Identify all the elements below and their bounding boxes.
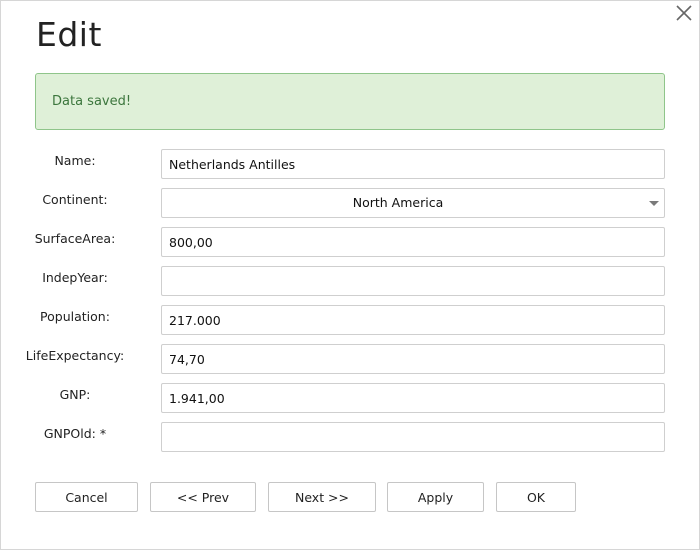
next-button[interactable]: Next >> <box>268 482 376 512</box>
gnp-label: GNP: <box>59 387 91 402</box>
gnp-old-label: GNPOld: * <box>43 426 107 441</box>
population-input[interactable] <box>161 305 665 335</box>
gnp-input[interactable] <box>161 383 665 413</box>
name-label: Name: <box>54 153 96 168</box>
row-life-expectancy: LifeExpectancy: <box>1 344 700 375</box>
surface-area-input[interactable] <box>161 227 665 257</box>
life-expectancy-label: LifeExpectancy: <box>25 348 125 363</box>
surface-area-label: SurfaceArea: <box>34 231 116 246</box>
success-alert: Data saved! <box>35 73 665 130</box>
row-population: Population: <box>1 305 700 336</box>
alert-message: Data saved! <box>52 94 132 109</box>
gnp-old-input[interactable] <box>161 422 665 452</box>
continent-label: Continent: <box>42 192 108 207</box>
continent-value: North America <box>352 195 444 210</box>
life-expectancy-input[interactable] <box>161 344 665 374</box>
row-name: Name: <box>1 149 700 180</box>
cancel-button[interactable]: Cancel <box>35 482 138 512</box>
continent-select[interactable]: North America <box>161 188 665 218</box>
edit-dialog: Edit Data saved! Name: Continent: North … <box>0 0 700 550</box>
indep-year-label: IndepYear: <box>42 270 108 285</box>
row-continent: Continent: North America <box>1 188 700 219</box>
row-gnp: GNP: <box>1 383 700 414</box>
row-indep-year: IndepYear: <box>1 266 700 297</box>
apply-button[interactable]: Apply <box>387 482 484 512</box>
close-button[interactable] <box>673 2 695 24</box>
chevron-down-icon <box>649 201 659 206</box>
row-surface-area: SurfaceArea: <box>1 227 700 258</box>
prev-button[interactable]: << Prev <box>150 482 256 512</box>
indep-year-input[interactable] <box>161 266 665 296</box>
close-icon <box>676 5 692 21</box>
row-gnp-old: GNPOld: * <box>1 422 700 453</box>
dialog-title: Edit <box>36 15 102 54</box>
ok-button[interactable]: OK <box>496 482 576 512</box>
population-label: Population: <box>40 309 110 324</box>
name-input[interactable] <box>161 149 665 179</box>
